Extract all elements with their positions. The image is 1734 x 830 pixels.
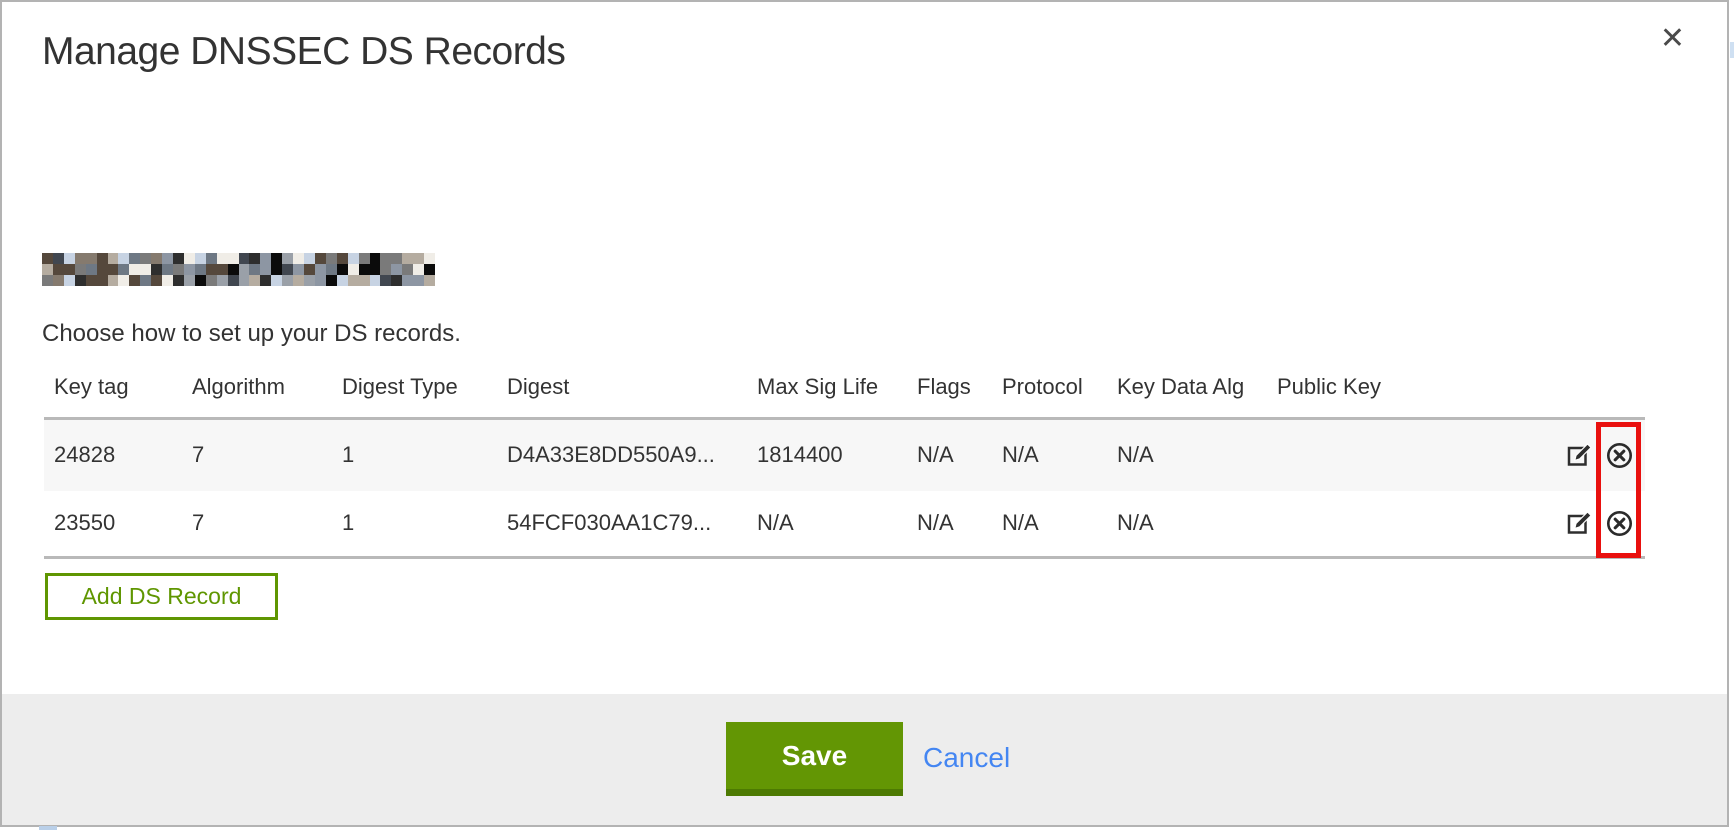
edit-record-icon[interactable] bbox=[1566, 442, 1593, 469]
col-header-flags: Flags bbox=[907, 368, 992, 418]
table-header-row: Key tag Algorithm Digest Type Digest Max… bbox=[44, 368, 1645, 418]
cell-key-data-alg: N/A bbox=[1107, 418, 1267, 491]
edit-record-icon[interactable] bbox=[1566, 510, 1593, 537]
table-row: 24828 7 1 D4A33E8DD550A9... 1814400 N/A … bbox=[44, 418, 1645, 491]
col-header-max-sig-life: Max Sig Life bbox=[747, 368, 907, 418]
cell-protocol: N/A bbox=[992, 491, 1107, 557]
col-header-algorithm: Algorithm bbox=[182, 368, 332, 418]
col-header-protocol: Protocol bbox=[992, 368, 1107, 418]
cell-digest-type: 1 bbox=[332, 418, 497, 491]
save-button[interactable]: Save bbox=[726, 722, 903, 796]
cell-flags: N/A bbox=[907, 491, 992, 557]
manage-dnssec-dialog: Manage DNSSEC DS Records ✕ Choose how to… bbox=[0, 0, 1729, 827]
page-behind-fragment bbox=[1730, 42, 1734, 58]
cell-key-tag: 24828 bbox=[44, 418, 182, 491]
cell-max-sig-life: N/A bbox=[747, 491, 907, 557]
cell-public-key bbox=[1267, 418, 1549, 491]
col-header-digest-type: Digest Type bbox=[332, 368, 497, 418]
redacted-domain bbox=[42, 253, 435, 286]
close-icon[interactable]: ✕ bbox=[1660, 24, 1685, 54]
cell-key-data-alg: N/A bbox=[1107, 491, 1267, 557]
add-ds-record-button[interactable]: Add DS Record bbox=[45, 573, 278, 620]
cell-max-sig-life: 1814400 bbox=[747, 418, 907, 491]
cell-key-tag: 23550 bbox=[44, 491, 182, 557]
page-title: Manage DNSSEC DS Records bbox=[42, 30, 565, 74]
table-row: 23550 7 1 54FCF030AA1C79... N/A N/A N/A … bbox=[44, 491, 1645, 557]
col-header-public-key: Public Key bbox=[1267, 368, 1549, 418]
dialog-footer: Save Cancel bbox=[2, 694, 1727, 825]
cell-flags: N/A bbox=[907, 418, 992, 491]
delete-record-icon[interactable] bbox=[1606, 510, 1633, 537]
ds-records-table: Key tag Algorithm Digest Type Digest Max… bbox=[44, 368, 1645, 559]
page-behind-fragment bbox=[39, 826, 57, 830]
col-header-key-data-alg: Key Data Alg bbox=[1107, 368, 1267, 418]
cell-algorithm: 7 bbox=[182, 418, 332, 491]
cell-protocol: N/A bbox=[992, 418, 1107, 491]
cell-algorithm: 7 bbox=[182, 491, 332, 557]
delete-record-icon[interactable] bbox=[1606, 442, 1633, 469]
cell-digest-type: 1 bbox=[332, 491, 497, 557]
cell-digest: D4A33E8DD550A9... bbox=[497, 418, 747, 491]
col-header-actions bbox=[1549, 368, 1645, 418]
col-header-digest: Digest bbox=[497, 368, 747, 418]
cancel-link[interactable]: Cancel bbox=[923, 742, 1010, 774]
instruction-text: Choose how to set up your DS records. bbox=[42, 320, 461, 348]
cell-digest: 54FCF030AA1C79... bbox=[497, 491, 747, 557]
col-header-key-tag: Key tag bbox=[44, 368, 182, 418]
cell-public-key bbox=[1267, 491, 1549, 557]
